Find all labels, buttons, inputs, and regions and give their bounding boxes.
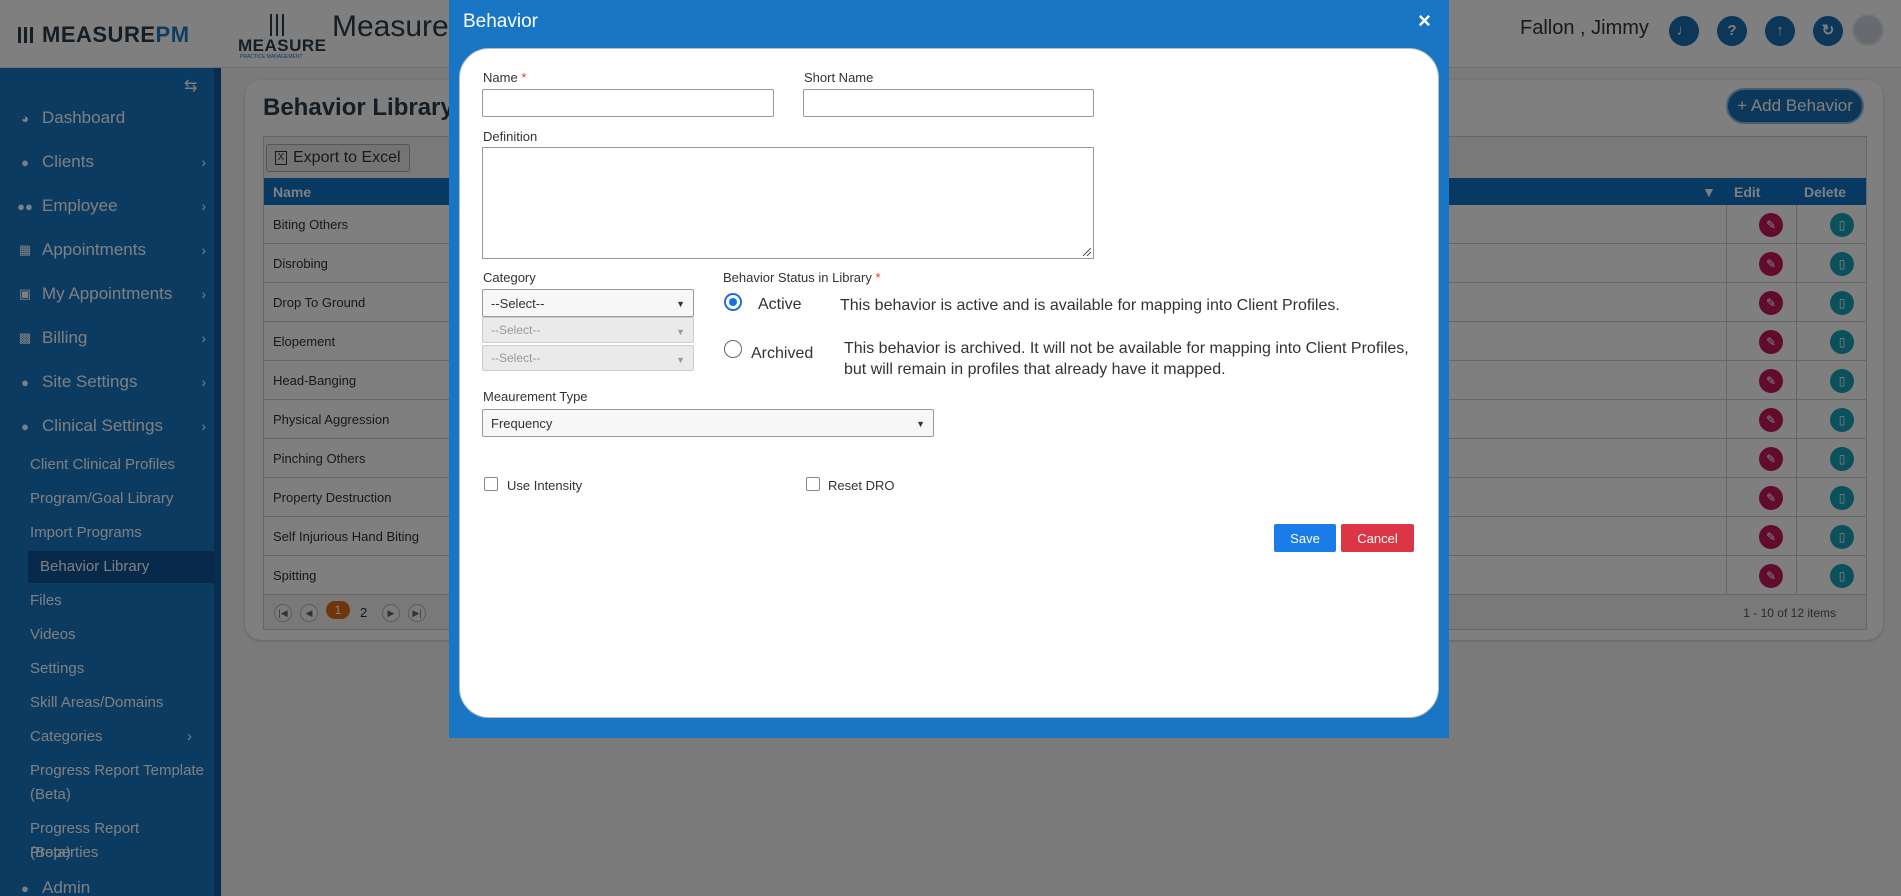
resize-grip-icon[interactable] [1083,248,1091,256]
close-icon[interactable]: × [1418,8,1431,34]
dropdown-arrow-icon: ▼ [676,327,685,337]
cancel-button[interactable]: Cancel [1341,524,1414,552]
save-button[interactable]: Save [1274,524,1336,552]
status-label: Behavior Status in Library * [723,270,881,285]
category-select[interactable]: --Select-- ▼ [482,289,694,317]
measurement-type-select[interactable]: Frequency ▼ [482,409,934,437]
measurement-type-label: Meaurement Type [483,389,588,404]
archived-radio[interactable] [724,340,742,358]
archived-description-line-1: This behavior is archived. It will not b… [844,340,1409,357]
reset-dro-checkbox[interactable] [806,477,820,491]
name-input[interactable] [482,89,774,117]
reset-dro-label[interactable]: Reset DRO [828,478,894,493]
dropdown-arrow-icon: ▼ [916,419,925,429]
short-name-input[interactable] [803,89,1094,117]
modal-title: Behavior [463,11,538,32]
name-label: Name * [483,70,527,85]
definition-label: Definition [483,129,538,144]
archived-description-line-2: but will remain in profiles that already… [844,361,1226,378]
short-name-label: Short Name [804,70,874,85]
category-label: Category [483,270,536,285]
definition-textarea[interactable] [482,147,1094,259]
subcategory-select-1: --Select-- ▼ [482,317,694,343]
active-radio-label[interactable]: Active [758,296,802,314]
dropdown-arrow-icon: ▼ [676,299,685,309]
dropdown-arrow-icon: ▼ [676,355,685,365]
archived-radio-label[interactable]: Archived [751,345,813,363]
active-description: This behavior is active and is available… [840,297,1340,314]
subcategory-select-2: --Select-- ▼ [482,345,694,371]
use-intensity-label[interactable]: Use Intensity [507,478,582,493]
use-intensity-checkbox[interactable] [484,477,498,491]
active-radio[interactable] [724,293,742,311]
